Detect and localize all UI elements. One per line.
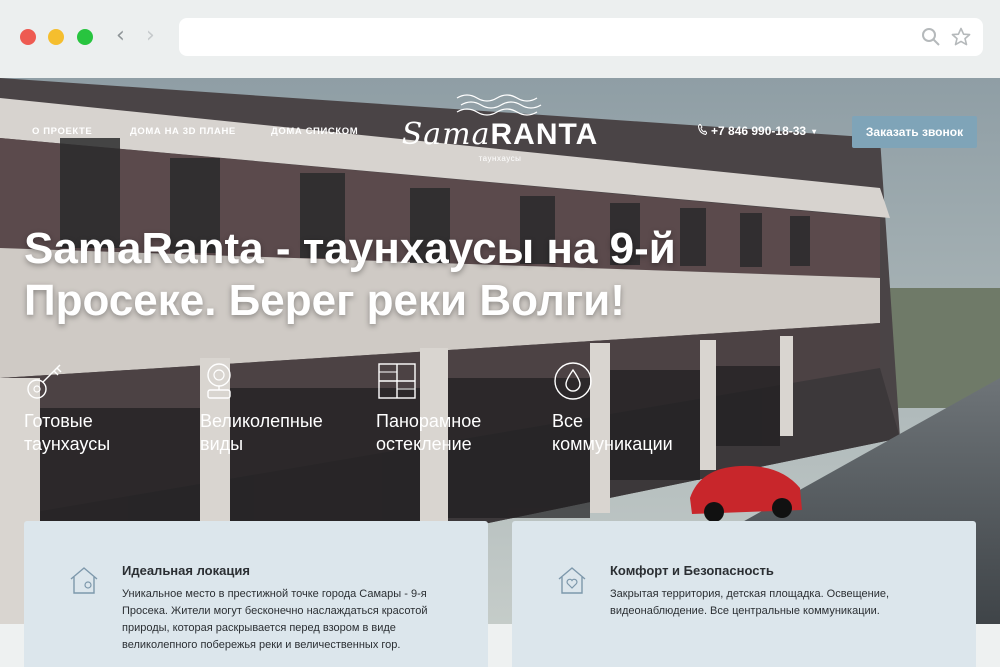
logo-wordmark: SamaRANTA — [390, 120, 610, 150]
logo-word-b: RANTA — [490, 118, 599, 151]
home-heart-icon — [558, 567, 586, 594]
drop-icon — [554, 362, 592, 400]
card-title: Комфорт и Безопасность — [610, 563, 774, 578]
phone-number[interactable]: +7 846 990-18-33 ▾ — [697, 123, 816, 138]
search-icon[interactable] — [921, 27, 941, 52]
feature-ready-townhouses: Готовые таунхаусы — [24, 360, 164, 456]
chevron-down-icon[interactable]: ▾ — [812, 127, 816, 136]
key-icon — [27, 364, 62, 399]
feature-label-line1: Все — [552, 411, 584, 431]
maximize-window-button[interactable] — [77, 29, 93, 45]
card-title: Идеальная локация — [122, 563, 250, 578]
site-logo[interactable]: SamaRANTA таунхаусы — [390, 92, 610, 182]
feature-label-line1: Панорамное — [376, 411, 482, 431]
nav-item-list[interactable]: Дома списком — [271, 126, 358, 137]
hero-title-line-1: SamaRanta - таунхаусы на 9-й — [24, 224, 676, 273]
star-icon[interactable] — [951, 27, 971, 52]
feature-panoramic-glazing: Панорамное остекление — [376, 360, 516, 456]
hero-title: SamaRanta - таунхаусы на 9-й Просеке. Бе… — [24, 223, 784, 327]
request-call-button[interactable]: Заказать звонок — [852, 116, 977, 148]
feature-all-utilities: Все коммуникации — [552, 360, 692, 456]
phone-number-text: +7 846 990-18-33 — [711, 124, 807, 138]
close-window-button[interactable] — [20, 29, 36, 45]
feature-great-views: Великолепные виды — [200, 360, 340, 456]
nav-item-3d-plan[interactable]: Дома на 3D плане — [130, 126, 236, 137]
feature-label-line2: остекление — [376, 434, 472, 454]
feature-label-line2: виды — [200, 434, 244, 454]
card-location: Идеальная локация Уникальное место в пре… — [24, 521, 488, 667]
forward-arrow-icon[interactable]: › — [146, 25, 155, 47]
feature-label-line1: Готовые — [24, 411, 93, 431]
browser-chrome: ‹ › — [0, 0, 1000, 78]
feature-label-line1: Великолепные — [200, 411, 323, 431]
feature-label-line2: коммуникации — [552, 434, 673, 454]
hero-title-line-2: Просеке. Берег реки Волги! — [24, 276, 625, 325]
minimize-window-button[interactable] — [48, 29, 64, 45]
phone-icon — [697, 123, 708, 138]
waves-icon — [456, 94, 542, 116]
feature-label-line2: таунхаусы — [24, 434, 111, 454]
camera-icon — [207, 363, 231, 399]
back-arrow-icon[interactable]: ‹ — [116, 25, 125, 47]
logo-word-a: Sama — [401, 117, 491, 152]
card-text: Уникальное место в престижной точке горо… — [122, 588, 428, 651]
home-location-icon — [70, 567, 98, 594]
card-comfort-safety: Комфорт и Безопасность Закрытая территор… — [512, 521, 976, 667]
window-icon — [378, 363, 416, 399]
address-bar[interactable] — [179, 18, 983, 56]
logo-subtitle: таунхаусы — [478, 154, 522, 163]
nav-item-about[interactable]: О проекте — [32, 126, 92, 137]
card-text: Закрытая территория, детская площадка. О… — [610, 588, 890, 617]
